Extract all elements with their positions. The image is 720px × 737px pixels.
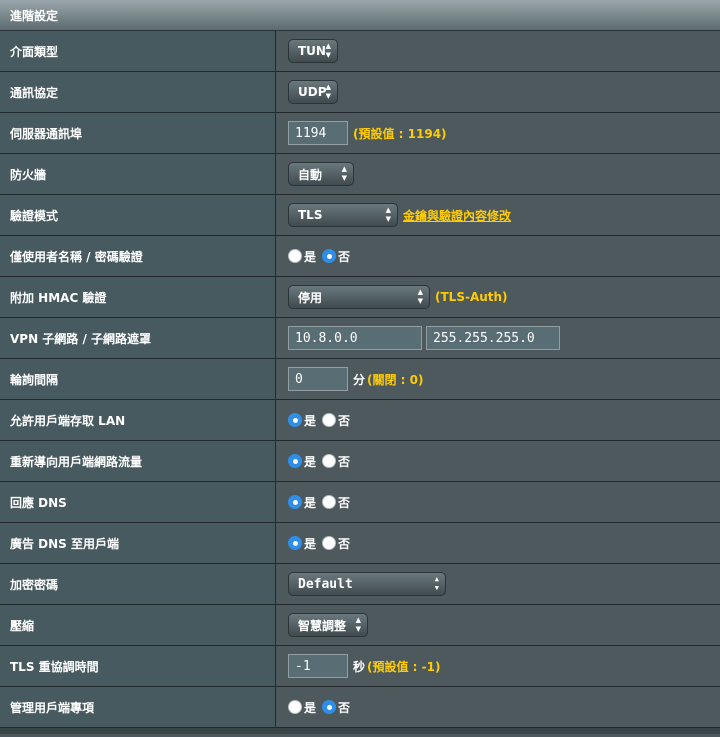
advertise-dns-yes-radio[interactable] — [288, 536, 302, 550]
poll-interval-label: 輪詢間隔 — [0, 359, 276, 399]
row-username-auth: 僅使用者名稱 / 密碼驗證 是 否 — [0, 236, 720, 277]
username-auth-yes-radio[interactable] — [288, 249, 302, 263]
poll-interval-unit: 分 — [353, 372, 366, 387]
tls-reneg-unit: 秒 — [353, 659, 366, 674]
hmac-hint: (TLS-Auth) — [435, 290, 508, 304]
poll-interval-input[interactable]: 0 — [288, 367, 348, 391]
vpn-subnet-label: VPN 子網路 / 子網路遮罩 — [0, 318, 276, 358]
row-firewall: 防火牆 自動 ▲ ▼ — [0, 154, 720, 195]
vpn-netmask-input[interactable]: 255.255.255.0 — [426, 326, 560, 350]
client-specific-label: 管理用戶端專項 — [0, 687, 276, 727]
client-specific-no-radio[interactable] — [322, 700, 337, 714]
interface-type-select[interactable]: TUN ▲ ▼ — [288, 39, 338, 63]
select-arrows-icon: ▲ ▼ — [355, 616, 361, 633]
redirect-no-radio[interactable] — [322, 454, 337, 468]
advanced-settings-panel: 進階設定 介面類型 TUN ▲ ▼ 通訊協定 UDP ▲ ▼ 伺服器通訊埠 1194… — [0, 0, 720, 734]
row-vpn-subnet: VPN 子網路 / 子網路遮罩 10.8.0.0 255.255.255.0 — [0, 318, 720, 359]
server-port-hint: (預設值 : 1194) — [353, 126, 447, 141]
redirect-yes-radio[interactable] — [288, 454, 302, 468]
firewall-label: 防火牆 — [0, 154, 276, 194]
respond-dns-yes-radio[interactable] — [288, 495, 302, 509]
row-server-port: 伺服器通訊埠 1194 (預設值 : 1194) — [0, 113, 720, 154]
row-allow-lan: 允許用戶端存取 LAN 是 否 — [0, 400, 720, 441]
cipher-label: 加密密碼 — [0, 564, 276, 604]
compression-label: 壓縮 — [0, 605, 276, 645]
auth-mode-label: 驗證模式 — [0, 195, 276, 235]
protocol-select[interactable]: UDP ▲ ▼ — [288, 80, 338, 104]
vpn-subnet-input[interactable]: 10.8.0.0 — [288, 326, 422, 350]
allow-lan-label: 允許用戶端存取 LAN — [0, 400, 276, 440]
row-compression: 壓縮 智慧調整 ▲ ▼ — [0, 605, 720, 646]
auth-mode-select[interactable]: TLS ▲ ▼ — [288, 203, 398, 227]
select-arrows-icon: ▲ ▼ — [385, 206, 391, 223]
respond-dns-no-radio[interactable] — [322, 495, 337, 509]
tls-reneg-label: TLS 重協調時間 — [0, 646, 276, 686]
server-port-input[interactable]: 1194 — [288, 121, 348, 145]
firewall-select[interactable]: 自動 ▲ ▼ — [288, 162, 354, 186]
row-advertise-dns: 廣告 DNS 至用戶端 是 否 — [0, 523, 720, 564]
compression-select[interactable]: 智慧調整 ▲ ▼ — [288, 613, 368, 637]
advertise-dns-no-radio[interactable] — [322, 536, 337, 550]
redirect-traffic-label: 重新導向用戶端網路流量 — [0, 441, 276, 481]
select-arrows-icon: ▲ ▼ — [417, 288, 423, 305]
protocol-label: 通訊協定 — [0, 72, 276, 112]
select-arrows-icon: ▲ ▼ — [341, 165, 347, 182]
username-auth-label: 僅使用者名稱 / 密碼驗證 — [0, 236, 276, 276]
tls-reneg-hint: (預設值 : -1) — [367, 659, 441, 674]
respond-dns-label: 回應 DNS — [0, 482, 276, 522]
client-specific-yes-radio[interactable] — [288, 700, 302, 714]
select-arrows-icon: ▲ ▼ — [434, 575, 439, 592]
poll-interval-hint: (關閉 : 0) — [367, 372, 424, 387]
row-redirect-traffic: 重新導向用戶端網路流量 是 否 — [0, 441, 720, 482]
row-tls-reneg: TLS 重協調時間 -1 秒 (預設值 : -1) — [0, 646, 720, 687]
cipher-select[interactable]: Default ▲ ▼ — [288, 572, 446, 596]
username-auth-no-radio[interactable] — [322, 249, 337, 263]
allow-lan-yes-radio[interactable] — [288, 413, 302, 427]
row-client-specific: 管理用戶端專項 是 否 — [0, 687, 720, 728]
interface-type-label: 介面類型 — [0, 31, 276, 71]
allow-lan-no-radio[interactable] — [322, 413, 337, 427]
select-arrows-icon: ▲ ▼ — [325, 83, 331, 100]
row-auth-mode: 驗證模式 TLS ▲ ▼ 金鑰與驗證內容修改 — [0, 195, 720, 236]
advertise-dns-label: 廣告 DNS 至用戶端 — [0, 523, 276, 563]
row-hmac: 附加 HMAC 驗證 停用 ▲ ▼ (TLS-Auth) — [0, 277, 720, 318]
hmac-select[interactable]: 停用 ▲ ▼ — [288, 285, 430, 309]
tls-reneg-input[interactable]: -1 — [288, 654, 348, 678]
server-port-label: 伺服器通訊埠 — [0, 113, 276, 153]
section-title: 進階設定 — [0, 0, 720, 31]
select-arrows-icon: ▲ ▼ — [325, 42, 331, 59]
row-respond-dns: 回應 DNS 是 否 — [0, 482, 720, 523]
panel-bottom-divider — [0, 728, 720, 734]
row-interface-type: 介面類型 TUN ▲ ▼ — [0, 31, 720, 72]
row-cipher: 加密密碼 Default ▲ ▼ — [0, 564, 720, 605]
row-protocol: 通訊協定 UDP ▲ ▼ — [0, 72, 720, 113]
hmac-label: 附加 HMAC 驗證 — [0, 277, 276, 317]
key-certificate-link[interactable]: 金鑰與驗證內容修改 — [403, 207, 511, 224]
row-poll-interval: 輪詢間隔 0 分 (關閉 : 0) — [0, 359, 720, 400]
